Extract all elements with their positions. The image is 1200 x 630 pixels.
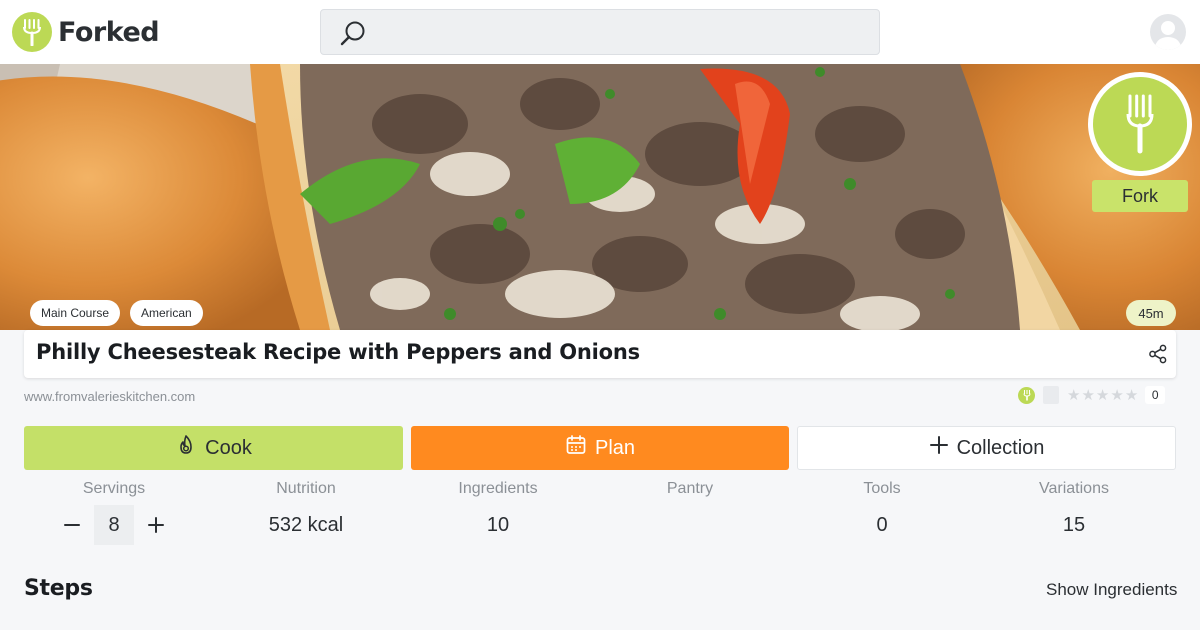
calendar-icon (565, 434, 587, 462)
fork-badge[interactable] (1088, 72, 1192, 176)
tag-main-course[interactable]: Main Course (30, 300, 121, 326)
search-icon (339, 20, 367, 52)
app-name: Forked (58, 16, 160, 48)
fork-logo-icon (12, 12, 52, 52)
tag-american[interactable]: American (130, 300, 203, 326)
variations-value: 15 (1062, 514, 1086, 536)
star-icon[interactable]: ★ (1125, 386, 1138, 404)
show-ingredients-link[interactable]: Show Ingredients (1046, 580, 1177, 600)
nutrition-label: Nutrition (276, 480, 336, 497)
share-icon[interactable] (1148, 344, 1168, 368)
star-icon[interactable]: ★ (1110, 386, 1123, 404)
rating-stars[interactable]: ★ ★ ★ ★ ★ (1067, 386, 1139, 404)
star-icon[interactable]: ★ (1081, 386, 1094, 404)
stat-nutrition[interactable]: Nutrition 532 kcal (216, 480, 396, 538)
recipe-title-card: Philly Cheesesteak Recipe with Peppers a… (24, 330, 1176, 378)
stat-variations[interactable]: Variations 15 (984, 480, 1164, 538)
plus-icon (929, 435, 949, 461)
fork-mini-icon (1018, 386, 1035, 404)
fork-icon (1093, 77, 1187, 171)
tools-value: 0 (876, 514, 888, 536)
rating-placeholder (1043, 386, 1059, 404)
variations-label: Variations (1039, 480, 1109, 497)
cook-button[interactable]: Cook (24, 426, 403, 470)
increase-servings-button[interactable] (144, 513, 168, 537)
plan-button-label: Plan (594, 436, 636, 459)
star-icon[interactable]: ★ (1067, 386, 1080, 404)
cook-time-badge: 45m (1126, 300, 1176, 326)
pantry-value (600, 514, 780, 538)
nutrition-value: 532 kcal (268, 514, 344, 536)
ingredients-value: 10 (486, 514, 510, 536)
servings-label: Servings (82, 480, 146, 497)
stat-servings: Servings (24, 480, 204, 500)
stat-ingredients[interactable]: Ingredients 10 (408, 480, 588, 538)
fork-button[interactable]: Fork (1092, 180, 1188, 212)
recipe-title: Philly Cheesesteak Recipe with Peppers a… (36, 340, 640, 364)
user-avatar[interactable] (1150, 14, 1186, 50)
recipe-hero-image (0, 64, 1200, 330)
stat-tools[interactable]: Tools 0 (792, 480, 972, 538)
app-logo[interactable]: Forked (12, 12, 160, 52)
servings-stepper: 8 (54, 505, 174, 545)
pantry-label: Pantry (666, 480, 714, 497)
tools-label: Tools (863, 480, 901, 497)
star-icon[interactable]: ★ (1096, 386, 1109, 404)
rating-count: 0 (1145, 386, 1166, 404)
collection-button-label: Collection (956, 436, 1045, 459)
stat-pantry[interactable]: Pantry (600, 480, 780, 538)
cook-button-label: Cook (205, 436, 252, 459)
steps-heading: Steps (24, 576, 93, 601)
recipe-source-link[interactable]: www.fromvalerieskitchen.com (24, 389, 195, 404)
add-to-collection-button[interactable]: Collection (797, 426, 1176, 470)
flame-icon (175, 434, 197, 462)
recipe-rating: ★ ★ ★ ★ ★ 0 (1018, 386, 1166, 404)
ingredients-label: Ingredients (458, 480, 538, 497)
decrease-servings-button[interactable] (60, 513, 84, 537)
top-bar: Forked (0, 0, 1200, 64)
plan-button[interactable]: Plan (411, 426, 789, 470)
servings-value[interactable]: 8 (94, 505, 134, 545)
search-input[interactable] (320, 9, 880, 55)
